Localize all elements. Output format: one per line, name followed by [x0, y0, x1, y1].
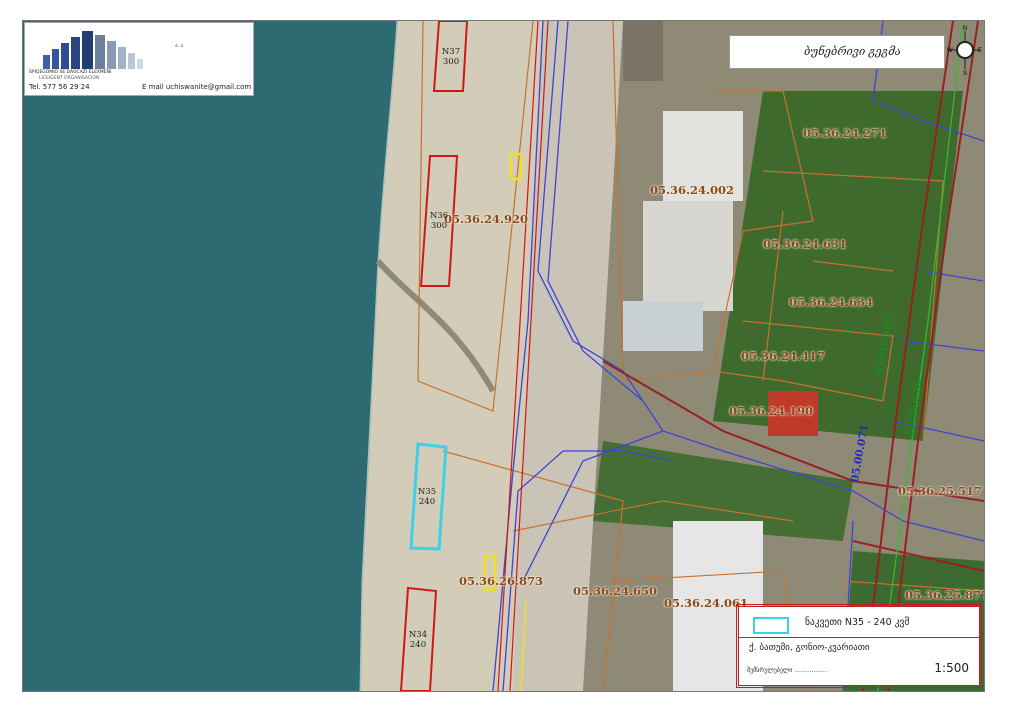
building [623, 301, 703, 351]
parcel-label: 05.36.24.271 [803, 126, 888, 140]
company-phone: Tel. 577 56 29 24 [29, 83, 90, 91]
legend-box: ნაკვეთი N35 - 240 კვმ ქ. ბათუმი, გონიო-კ… [736, 604, 982, 688]
legend-divider [739, 637, 979, 638]
parcel-label: 05.36.24.190 [729, 404, 814, 418]
parcel-label: 05.36.24.631 [763, 237, 848, 251]
lot-area: 300 [442, 57, 460, 67]
map-scale: 1:500 [934, 661, 969, 675]
compass-n: N [963, 26, 967, 32]
compass-w: W [947, 48, 953, 54]
company-email: E mail uchiswanite@gmail.com [142, 83, 252, 91]
lot-number: N36 [429, 211, 449, 221]
legend-address: ქ. ბათუმი, გონიო-კვარიათი [749, 643, 870, 653]
parcel-label: 05.36.24.920 [444, 212, 529, 226]
aerial-map [23, 21, 984, 691]
parcel-label: 05.36.24.634 [789, 295, 874, 309]
parcel-label: 05.36.24.417 [741, 349, 826, 363]
plan-type-label: ბუნებრივი გეგმა [804, 45, 901, 58]
lot-area: 240 [409, 640, 427, 650]
parcel-label: 05.36.26.873 [459, 574, 544, 588]
company-subtitle: LICEIGENT ORGANISACION [39, 76, 100, 81]
lot-area: 300 [430, 221, 448, 231]
building [623, 21, 663, 81]
lot-area: 240 [418, 497, 436, 507]
lot-number: N37 [441, 47, 461, 57]
lot-number: N35 [417, 487, 437, 497]
lot-label: N36 300 [422, 211, 456, 231]
parcel-label: 05.36.24.061 [664, 596, 749, 610]
building [643, 201, 733, 311]
compass-e: E [978, 48, 982, 54]
parcel-label: 05.36.25.517 [898, 484, 983, 498]
legend-title: ნაკვეთი N35 - 240 კვმ [805, 617, 910, 628]
parcel-label: 05.36.24.650 [573, 584, 658, 598]
logo-small-text: ა. ა [175, 43, 184, 49]
lot-label: N37 300 [434, 47, 468, 67]
lot-number: N34 [408, 630, 428, 640]
parcel-label: 05.36.24.002 [650, 183, 735, 197]
map-frame[interactable]: 05.36.24.271 05.36.24.002 05.36.24.920 0… [22, 20, 985, 692]
legend-swatch [753, 617, 789, 634]
plan-type-label-box: ბუნებრივი გეგმა [729, 35, 945, 69]
company-logo-icon [43, 31, 143, 69]
parcel-label: 05.36.25.877 [905, 588, 985, 602]
compass-icon: N S E W [947, 26, 982, 76]
company-name: SPIQEGOMIO SE DAOCAZI ELEXMENI [29, 70, 112, 75]
compass-s: S [963, 71, 967, 76]
company-logo-box: ა. ა SPIQEGOMIO SE DAOCAZI ELEXMENI LICE… [24, 22, 254, 96]
lot-label: N35 240 [410, 487, 444, 507]
legend-signature: შემსრულებელი ................. [747, 667, 827, 674]
sea [23, 21, 398, 691]
lot-label: N34 240 [401, 630, 435, 650]
